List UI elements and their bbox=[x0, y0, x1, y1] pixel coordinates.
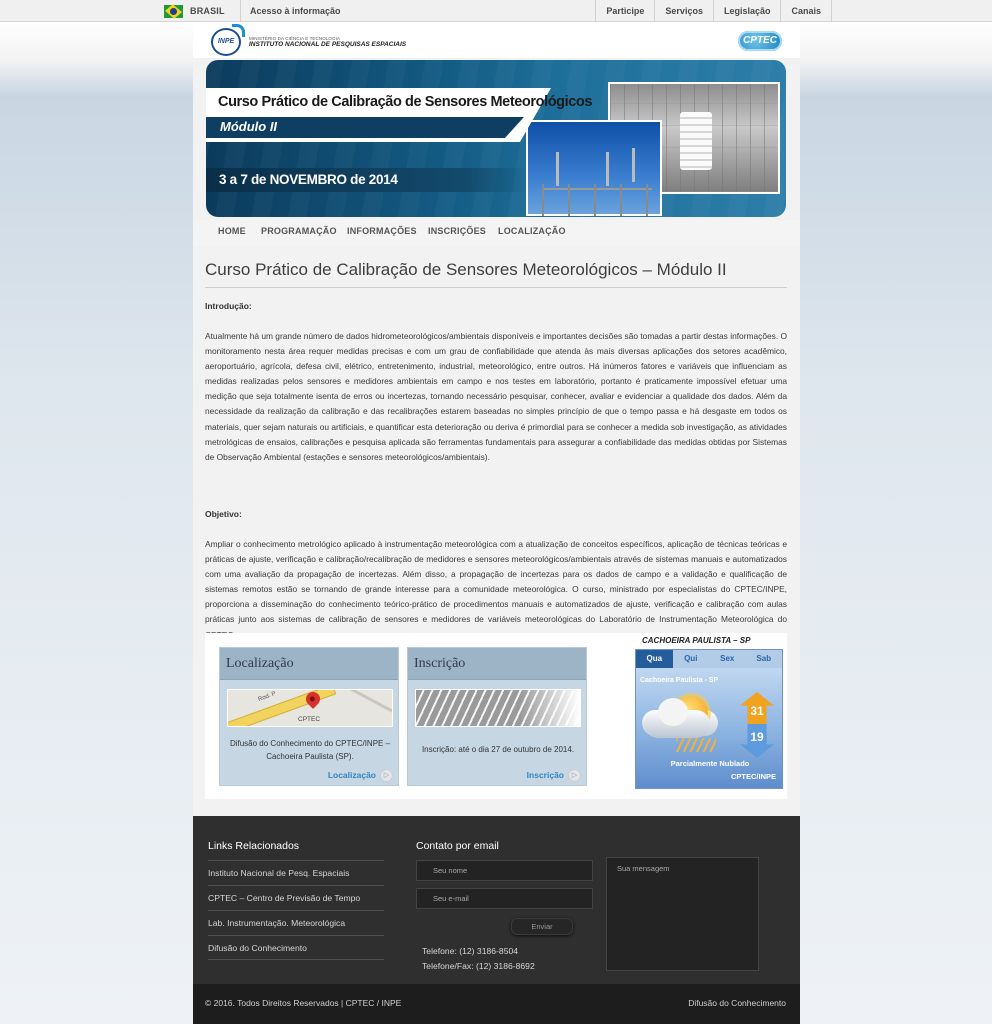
gov-divider bbox=[240, 0, 241, 22]
cloud-icon bbox=[644, 698, 710, 738]
weather-tab-qua[interactable]: Qua bbox=[636, 650, 673, 668]
nav-informacoes[interactable]: INFORMAÇÕES bbox=[347, 226, 417, 236]
registration-more-icon[interactable]: ▷ bbox=[568, 769, 581, 782]
inpe-logo[interactable]: INPE MINISTÉRIO DA CIÊNCIA E TECNOLOGIA … bbox=[211, 24, 407, 56]
location-map[interactable]: Rod. P CPTEC bbox=[227, 689, 393, 727]
fax-number: Telefone/Fax: (12) 3186-8692 bbox=[422, 961, 535, 971]
sub-footer: © 2016. Todos Direitos Reservados | CPTE… bbox=[193, 984, 800, 1024]
main-nav: HOME PROGRAMAÇÃO INFORMAÇÕES INSCRIÇÕES … bbox=[193, 220, 800, 246]
weather-place: Cachoeira Paulista - SP bbox=[640, 677, 719, 684]
nav-inscricoes[interactable]: INSCRIÇÕES bbox=[428, 226, 486, 236]
brasil-label: BRASIL bbox=[190, 6, 225, 16]
related-links-list: Instituto Nacional de Pesq. Espaciais CP… bbox=[208, 860, 384, 960]
gov-menu: Participe Serviços Legislação Canais bbox=[595, 0, 832, 22]
weather-brand: CPTEC/INPE bbox=[730, 772, 776, 781]
weather-tab-qui[interactable]: Qui bbox=[673, 650, 710, 668]
registration-description: Inscrição: até o dia 27 de outubro de 20… bbox=[421, 745, 575, 754]
objective-heading: Objetivo: bbox=[205, 509, 242, 519]
gov-link-servicos[interactable]: Serviços bbox=[654, 0, 713, 22]
registration-box-title: Inscrição bbox=[408, 648, 586, 680]
inpe-emblem-icon: INPE bbox=[211, 24, 245, 56]
nav-localizacao[interactable]: LOCALIZAÇÃO bbox=[498, 226, 566, 236]
email-input[interactable]: Seu e-mail bbox=[416, 888, 593, 909]
send-button[interactable]: Enviar bbox=[511, 918, 573, 935]
footer-link-inpe[interactable]: Instituto Nacional de Pesq. Espaciais bbox=[208, 860, 384, 885]
page-column: INPE MINISTÉRIO DA CIÊNCIA E TECNOLOGIA … bbox=[193, 22, 800, 1024]
contact-heading: Contato por email bbox=[416, 840, 499, 852]
intro-heading: Introdução: bbox=[205, 301, 252, 311]
weather-tab-sab[interactable]: Sab bbox=[746, 650, 783, 668]
map-cptec-label: CPTEC bbox=[298, 716, 321, 723]
phone-number: Telefone: (12) 3186-8504 bbox=[422, 946, 519, 956]
location-box: Localização Rod. P CPTEC Difusão do Conh… bbox=[219, 647, 399, 786]
objective-paragraph: Ampliar o conhecimento metrológico aplic… bbox=[205, 539, 787, 640]
weather-station-photo bbox=[526, 120, 662, 216]
map-road-label: Rod. P bbox=[257, 691, 277, 703]
footer-link-lab[interactable]: Lab. Instrumentação. Meteorológica bbox=[208, 910, 384, 935]
location-link[interactable]: Localização bbox=[328, 770, 376, 780]
title-divider bbox=[205, 287, 787, 288]
banner-date: 3 a 7 de NOVEMBRO de 2014 bbox=[219, 172, 398, 187]
location-more-icon[interactable]: ▷ bbox=[380, 769, 393, 782]
weather-city-heading: CACHOEIRA PAULISTA – SP bbox=[642, 636, 751, 645]
name-input[interactable]: Seu nome bbox=[416, 860, 593, 881]
nav-home[interactable]: HOME bbox=[218, 226, 246, 236]
registration-link[interactable]: Inscrição bbox=[527, 770, 564, 780]
site-header: INPE MINISTÉRIO DA CIÊNCIA E TECNOLOGIA … bbox=[193, 22, 800, 58]
sun-rays-icon bbox=[676, 738, 716, 752]
footer: Links Relacionados Instituto Nacional de… bbox=[193, 816, 800, 984]
footer-link-cptec[interactable]: CPTEC – Centro de Previsão de Tempo bbox=[208, 885, 384, 910]
message-textarea[interactable]: Sua mensagem bbox=[606, 857, 759, 971]
main-content: Curso Prático de Calibração de Sensores … bbox=[193, 248, 800, 816]
gov-link-canais[interactable]: Canais bbox=[780, 0, 832, 22]
intro-paragraph: Atualmente há um grande número de dados … bbox=[205, 331, 787, 462]
brazil-flag-icon bbox=[164, 4, 183, 18]
weather-widget: Qua Qui Sex Sab Cachoeira Paulista - SP … bbox=[635, 649, 783, 789]
banner-title: Curso Prático de Calibração de Sensores … bbox=[218, 94, 593, 110]
weather-day-tabs: Qua Qui Sex Sab bbox=[636, 650, 782, 668]
brasil-link[interactable]: BRASIL bbox=[164, 4, 225, 18]
gov-link-legislacao[interactable]: Legislação bbox=[712, 0, 781, 22]
copyright: © 2016. Todos Direitos Reservados | CPTE… bbox=[205, 998, 402, 1008]
keyboard-image[interactable] bbox=[415, 689, 581, 727]
footer-link-difusao[interactable]: Difusão do Conhecimento bbox=[208, 935, 384, 960]
related-links-heading: Links Relacionados bbox=[208, 840, 300, 852]
course-banner: Curso Prático de Calibração de Sensores … bbox=[206, 60, 786, 217]
cptec-logo[interactable]: CPTEC bbox=[738, 31, 782, 51]
gov-link-participe[interactable]: Participe bbox=[595, 0, 654, 22]
widgets-panel: Localização Rod. P CPTEC Difusão do Conh… bbox=[205, 633, 787, 799]
location-box-title: Localização bbox=[220, 648, 398, 680]
weather-tab-sex[interactable]: Sex bbox=[709, 650, 746, 668]
registration-box: Inscrição Inscrição: até o dia 27 de out… bbox=[407, 647, 587, 786]
subfooter-link[interactable]: Difusão do Conhecimento bbox=[688, 998, 786, 1008]
inpe-name: INSTITUTO NACIONAL DE PESQUISAS ESPACIAI… bbox=[249, 41, 407, 48]
page-title: Curso Prático de Calibração de Sensores … bbox=[205, 260, 727, 279]
access-info-link[interactable]: Acesso à informação bbox=[250, 6, 341, 16]
location-description: Difusão do Conhecimento do CPTEC/INPE – … bbox=[229, 739, 391, 761]
gov-bar: BRASIL Acesso à informação Participe Ser… bbox=[0, 0, 992, 22]
weather-condition: Parcialmente Nublado bbox=[670, 759, 750, 768]
temp-max: 31 bbox=[750, 704, 764, 718]
banner-module: Módulo II bbox=[220, 119, 278, 134]
temp-min: 19 bbox=[750, 730, 764, 744]
nav-programacao[interactable]: PROGRAMAÇÃO bbox=[261, 226, 337, 236]
